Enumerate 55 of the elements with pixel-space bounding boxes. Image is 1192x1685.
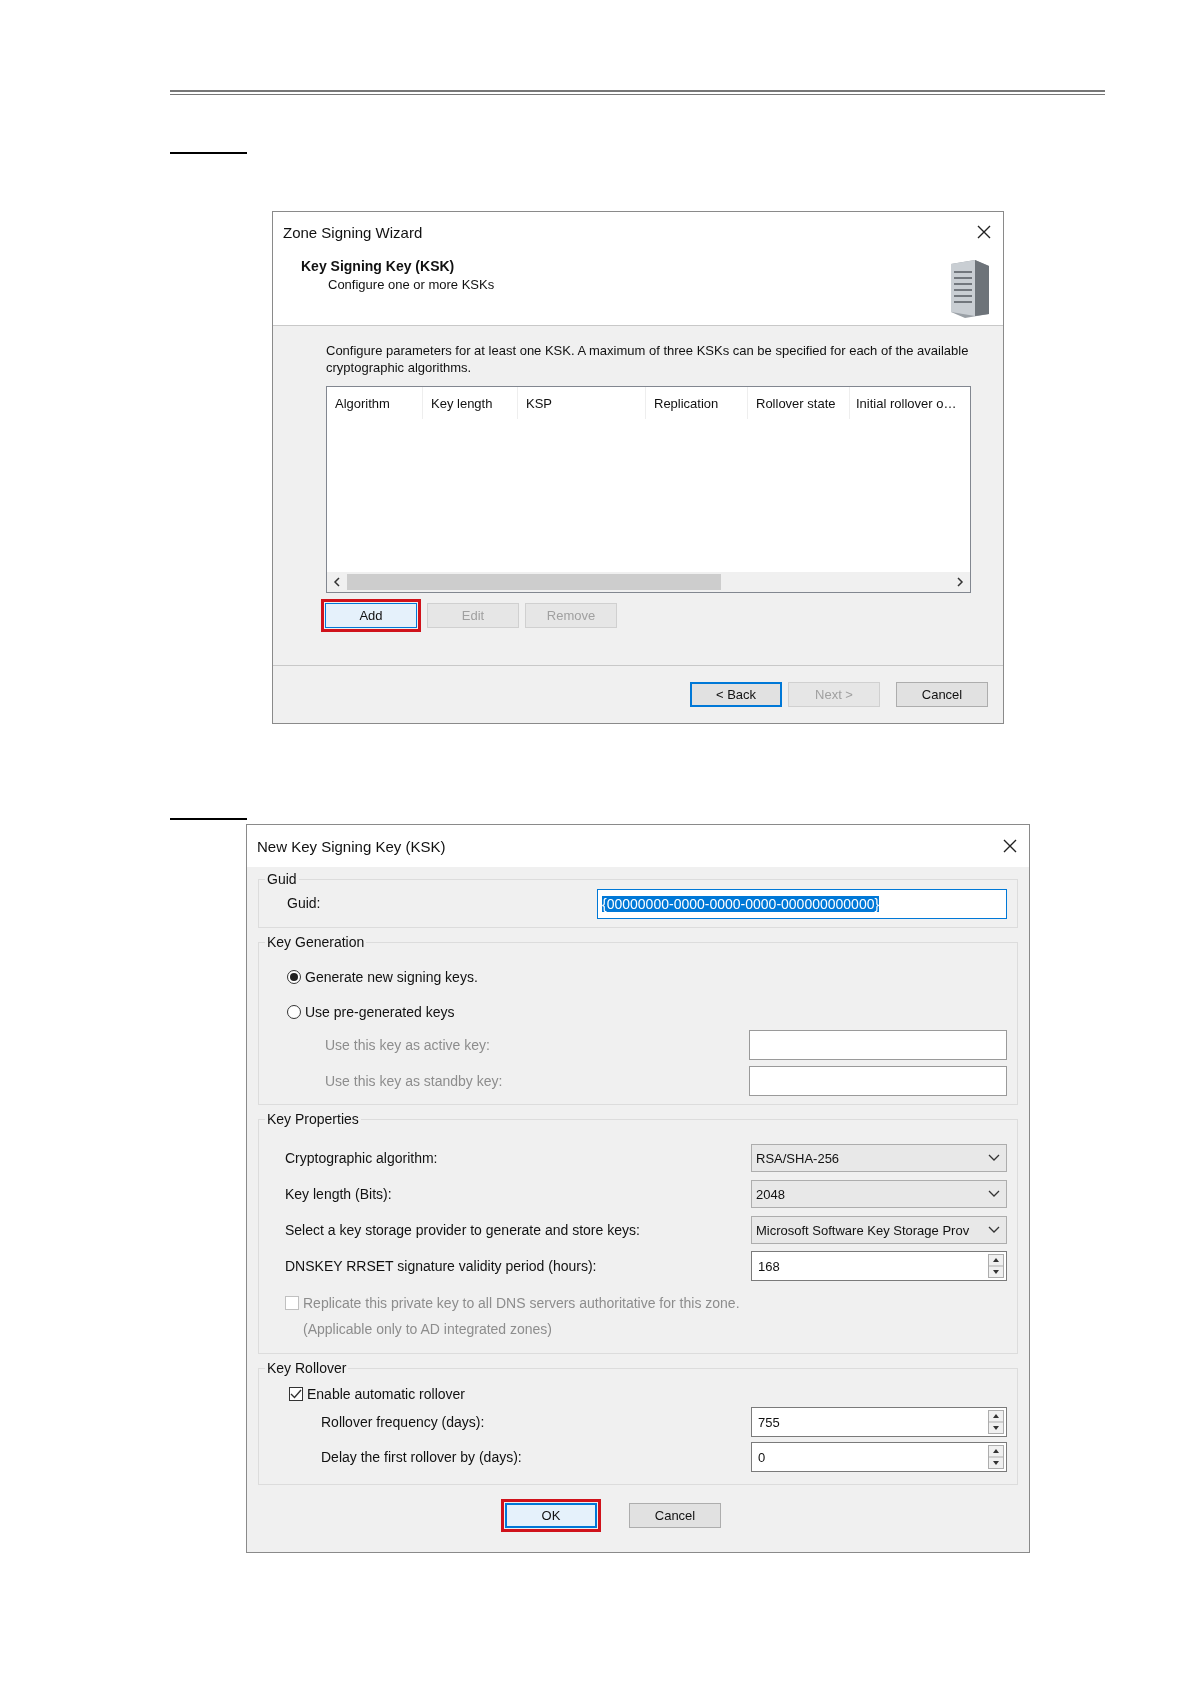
dropdown[interactable]: 2048 [751, 1180, 1007, 1208]
column-header[interactable]: KSP [518, 387, 646, 419]
field-label: DNSKEY RRSET signature validity period (hours): [285, 1258, 597, 1274]
group-label: Key Rollover [266, 1360, 348, 1376]
check-icon [290, 1388, 302, 1400]
column-header[interactable]: Initial rollover o… [850, 387, 970, 419]
number-field[interactable]: 168 [751, 1251, 1007, 1281]
list-button[interactable]: Add [325, 603, 417, 628]
horizontal-scrollbar[interactable] [327, 572, 970, 592]
window-title: New Key Signing Key (KSK) [257, 837, 446, 855]
key-field[interactable] [749, 1066, 1007, 1096]
guid-field[interactable]: {00000000-0000-0000-0000-000000000000} [597, 889, 1007, 919]
page-heading: Key Signing Key (KSK) [301, 258, 456, 274]
dropdown[interactable]: RSA/SHA-256 [751, 1144, 1007, 1172]
dialog-button[interactable]: Cancel [629, 1503, 721, 1528]
chevron-icon [988, 1226, 1000, 1234]
column-header[interactable]: Algorithm [327, 387, 423, 419]
field-label: Cryptographic algorithm: [285, 1150, 438, 1166]
group-label: Key Properties [266, 1111, 360, 1127]
scroll-left-icon[interactable] [333, 577, 341, 587]
checkbox-option[interactable]: Enable automatic rollover [289, 1386, 465, 1402]
field-label: Use this key as active key: [325, 1037, 490, 1053]
radio-option[interactable]: Generate new signing keys. [287, 965, 478, 989]
scroll-right-icon[interactable] [956, 577, 964, 587]
description-text: Configure parameters for at least one KSK. A maximum of three KSKs can be specified for each of the available cryptographic algorithms. [326, 342, 970, 376]
page-subtitle: Configure one or more KSKs [328, 277, 495, 292]
number-field[interactable]: 755 [751, 1407, 1007, 1437]
radio-option[interactable]: Use pre-generated keys [287, 1000, 455, 1024]
field-label: Use this key as standby key: [325, 1073, 503, 1089]
spin-buttons-icon[interactable] [988, 1254, 1004, 1278]
note-text: (Applicable only to AD integrated zones) [303, 1321, 553, 1337]
dialog-button[interactable]: OK [505, 1503, 597, 1528]
chevron-icon [988, 1154, 1000, 1162]
key-field[interactable] [749, 1030, 1007, 1060]
wizard-button[interactable]: < Back [690, 682, 782, 707]
group-label: Guid [266, 871, 298, 887]
close-icon[interactable] [1003, 839, 1017, 853]
dropdown[interactable]: Microsoft Software Key Storage Prov [751, 1216, 1007, 1244]
close-icon[interactable] [977, 225, 991, 239]
spin-buttons-icon[interactable] [988, 1410, 1004, 1434]
chevron-icon [988, 1190, 1000, 1198]
field-label: Select a key storage provider to generate and store keys: [285, 1222, 640, 1238]
window-title: Zone Signing Wizard [283, 223, 423, 241]
field-label: Key length (Bits): [285, 1186, 392, 1202]
number-field[interactable]: 0 [751, 1442, 1007, 1472]
ksk-list[interactable]: Algorithm Key length KSP Replication Rollover state Initial rollover o… [326, 386, 971, 593]
field-label: Guid: [287, 895, 321, 911]
column-header[interactable]: Replication [646, 387, 748, 419]
wizard-button[interactable]: Cancel [896, 682, 988, 707]
column-header[interactable]: Rollover state [748, 387, 850, 419]
group-label: Key Generation [266, 934, 366, 950]
column-header[interactable]: Key length [423, 387, 518, 419]
field-label: Rollover frequency (days): [321, 1414, 485, 1430]
spin-buttons-icon[interactable] [988, 1445, 1004, 1469]
field-label: Delay the first rollover by (days): [321, 1449, 522, 1465]
